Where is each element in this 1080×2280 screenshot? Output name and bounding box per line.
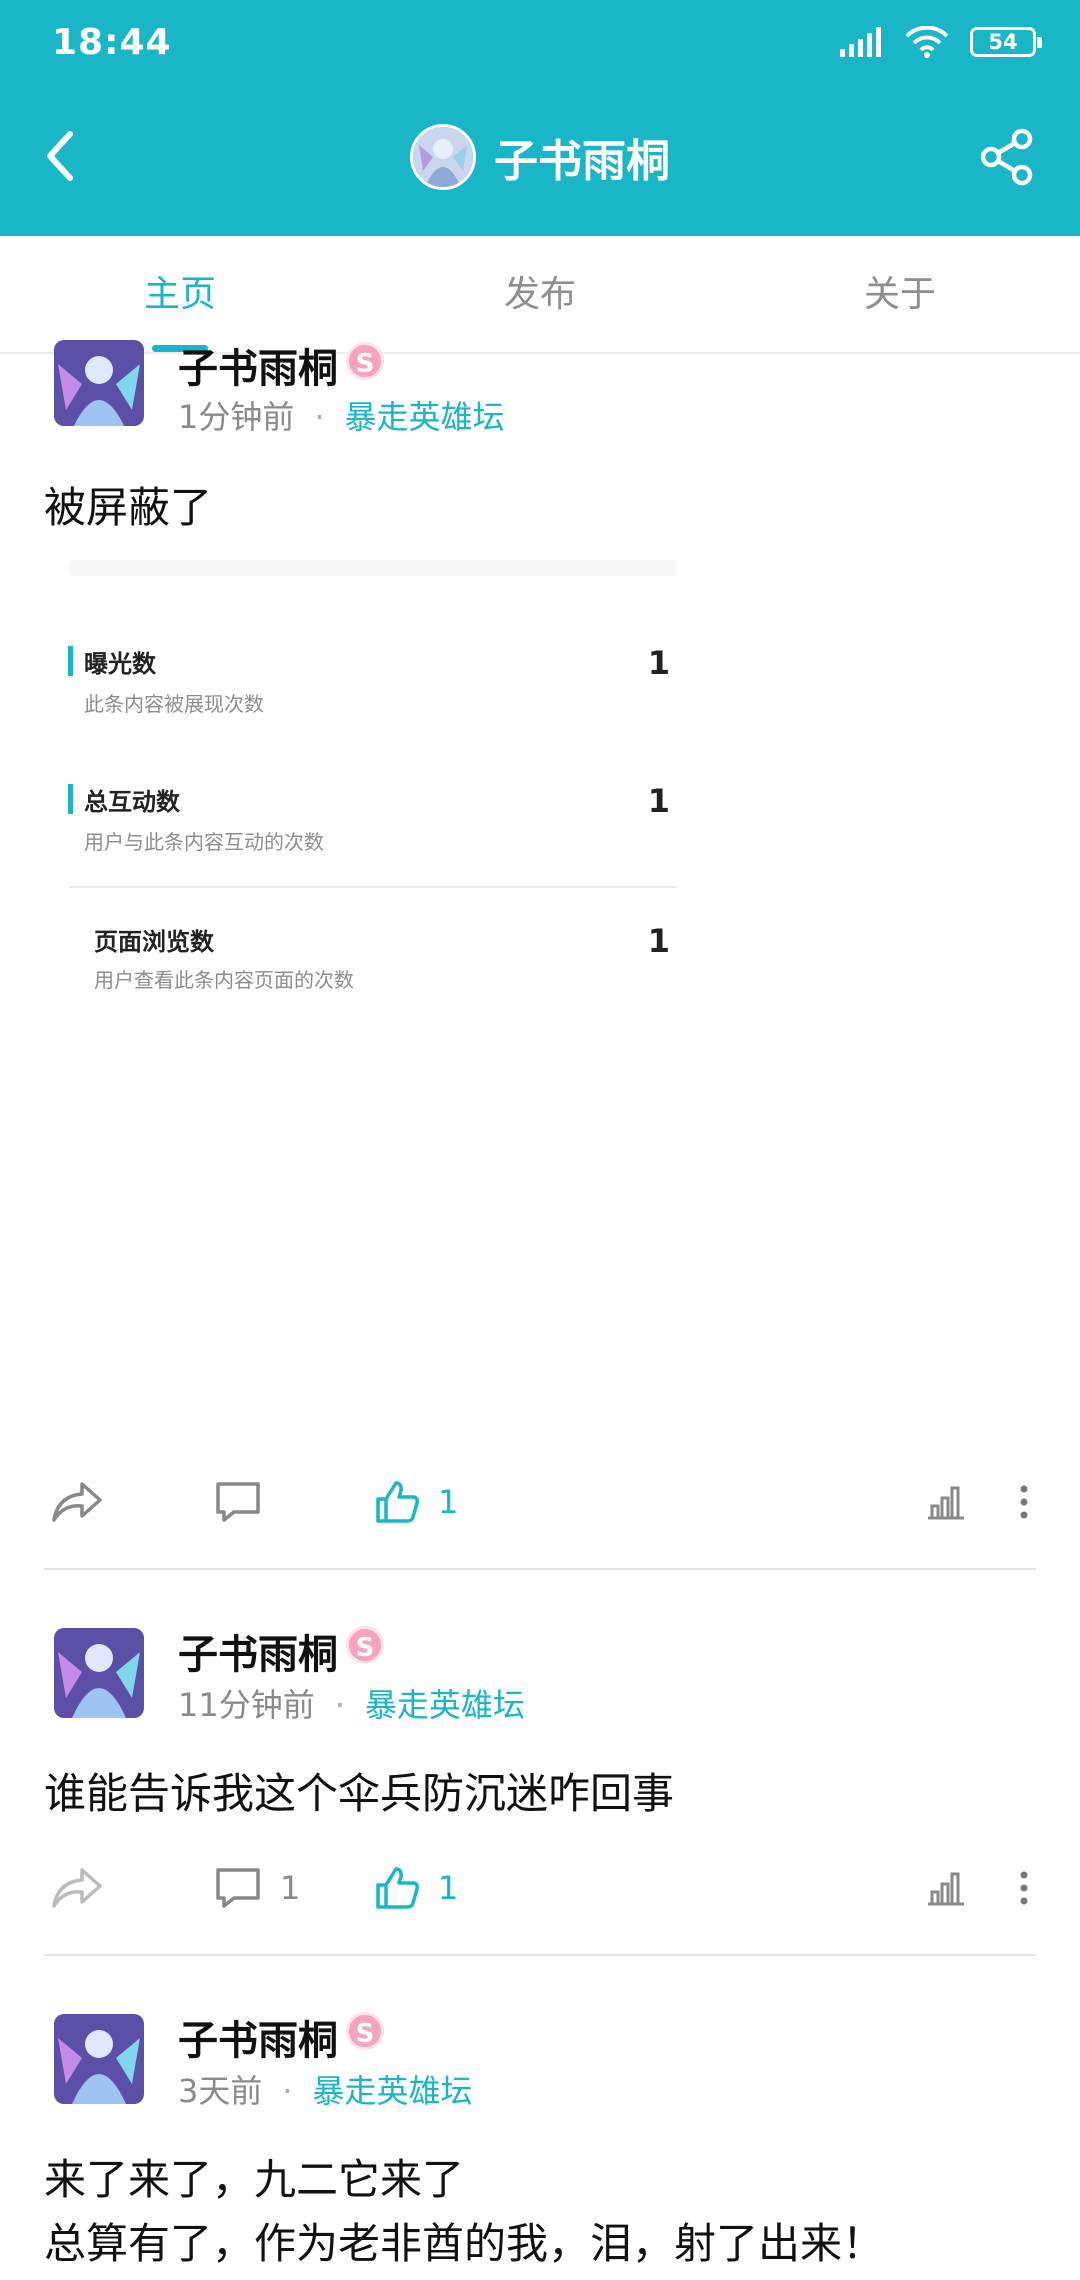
stat-title: 页面浏览数 bbox=[94, 928, 214, 956]
share-icon[interactable] bbox=[978, 128, 1036, 186]
bar-chart-icon bbox=[928, 1486, 964, 1520]
forum-link[interactable]: 暴走英雄坛 bbox=[313, 2072, 473, 2110]
stat-subtitle: 此条内容被展现次数 bbox=[84, 692, 264, 716]
post-meta: 1分钟前 · 暴走英雄坛 bbox=[178, 398, 505, 436]
tab-about[interactable]: 关于 bbox=[720, 236, 1080, 352]
post-divider bbox=[44, 1568, 1036, 1570]
comment-icon bbox=[216, 1482, 260, 1522]
comment-button[interactable] bbox=[214, 1462, 262, 1542]
post-meta: 3天前 · 暴走英雄坛 bbox=[178, 2072, 473, 2110]
forum-link[interactable]: 暴走英雄坛 bbox=[345, 398, 505, 436]
stat-title: 曝光数 bbox=[84, 650, 156, 678]
stat-accent-bar bbox=[68, 646, 73, 676]
comment-icon bbox=[216, 1868, 260, 1908]
app-header: 18:44 54 子书雨桐 bbox=[0, 0, 1080, 236]
post-time: 3天前 bbox=[178, 2072, 263, 2110]
thumbs-up-icon bbox=[376, 1867, 419, 1909]
profile-title: 子书雨桐 bbox=[0, 124, 1080, 190]
stats-button[interactable] bbox=[926, 1462, 966, 1542]
like-count: 1 bbox=[438, 1483, 459, 1521]
more-button[interactable] bbox=[1018, 1848, 1030, 1928]
level-badge: S bbox=[346, 1626, 384, 1664]
status-time: 18:44 bbox=[52, 22, 172, 63]
post-time: 1分钟前 bbox=[178, 398, 295, 436]
signal-icon bbox=[840, 27, 881, 57]
comment-count: 1 bbox=[280, 1869, 301, 1907]
battery-indicator: 54 bbox=[970, 27, 1042, 57]
author-name[interactable]: 子书雨桐 bbox=[178, 2008, 338, 2066]
post-meta: 11分钟前 · 暴走英雄坛 bbox=[178, 1686, 525, 1724]
tab-home[interactable]: 主页 bbox=[0, 236, 360, 352]
status-icons: 54 bbox=[840, 26, 1042, 58]
stat-title: 总互动数 bbox=[84, 788, 180, 816]
wifi-icon bbox=[905, 26, 949, 58]
stat-value: 1 bbox=[647, 782, 670, 820]
forum-link[interactable]: 暴走英雄坛 bbox=[365, 1686, 525, 1724]
post-text-line[interactable]: 总算有了，作为老非酋的我，泪，射了出来！ bbox=[44, 2212, 884, 2276]
like-button[interactable]: 1 bbox=[374, 1848, 458, 1928]
stat-value: 1 bbox=[647, 644, 670, 682]
more-button[interactable] bbox=[1018, 1462, 1030, 1542]
tab-posts[interactable]: 发布 bbox=[360, 236, 720, 352]
stats-topbar bbox=[70, 560, 676, 576]
post-time: 11分钟前 bbox=[178, 1686, 315, 1724]
level-badge: S bbox=[346, 342, 384, 380]
post-text[interactable]: 谁能告诉我这个伞兵防沉迷咋回事 bbox=[44, 1762, 674, 1826]
author-avatar[interactable] bbox=[54, 1628, 144, 1718]
bar-chart-icon bbox=[928, 1872, 964, 1906]
page-title: 子书雨桐 bbox=[494, 136, 670, 187]
comment-button[interactable]: 1 bbox=[214, 1848, 300, 1928]
share-arrow-icon bbox=[52, 1868, 102, 1908]
post-actions: 1 bbox=[0, 1462, 1080, 1542]
stat-subtitle: 用户与此条内容互动的次数 bbox=[84, 830, 324, 854]
author-avatar[interactable] bbox=[54, 2014, 144, 2104]
post-text[interactable]: 被屏蔽了 bbox=[44, 476, 212, 540]
profile-tabs: 主页 发布 关于 bbox=[0, 236, 1080, 354]
stat-divider bbox=[70, 886, 676, 888]
stat-accent-bar bbox=[68, 784, 73, 814]
repost-button[interactable] bbox=[50, 1848, 104, 1928]
author-avatar[interactable] bbox=[54, 340, 144, 426]
post-divider bbox=[44, 1954, 1036, 1956]
more-vertical-icon bbox=[1020, 1871, 1028, 1905]
level-badge: S bbox=[346, 2012, 384, 2050]
thumbs-up-icon bbox=[376, 1481, 419, 1523]
author-name[interactable]: 子书雨桐 bbox=[178, 336, 338, 394]
stats-image[interactable]: 曝光数 此条内容被展现次数 1 总互动数 用户与此条内容互动的次数 1 页面浏览… bbox=[66, 560, 676, 992]
like-button[interactable]: 1 bbox=[374, 1462, 458, 1542]
profile-avatar[interactable] bbox=[410, 124, 476, 190]
author-name[interactable]: 子书雨桐 bbox=[178, 1622, 338, 1680]
like-count: 1 bbox=[438, 1869, 459, 1907]
post-actions: 1 1 bbox=[0, 1848, 1080, 1928]
share-arrow-icon bbox=[52, 1482, 102, 1522]
more-vertical-icon bbox=[1020, 1485, 1028, 1519]
stats-button[interactable] bbox=[926, 1848, 966, 1928]
post-text-line[interactable]: 来了来了，九二它来了 bbox=[44, 2148, 464, 2212]
stat-subtitle: 用户查看此条内容页面的次数 bbox=[94, 968, 354, 992]
stat-value: 1 bbox=[647, 922, 670, 960]
repost-button[interactable] bbox=[50, 1462, 104, 1542]
